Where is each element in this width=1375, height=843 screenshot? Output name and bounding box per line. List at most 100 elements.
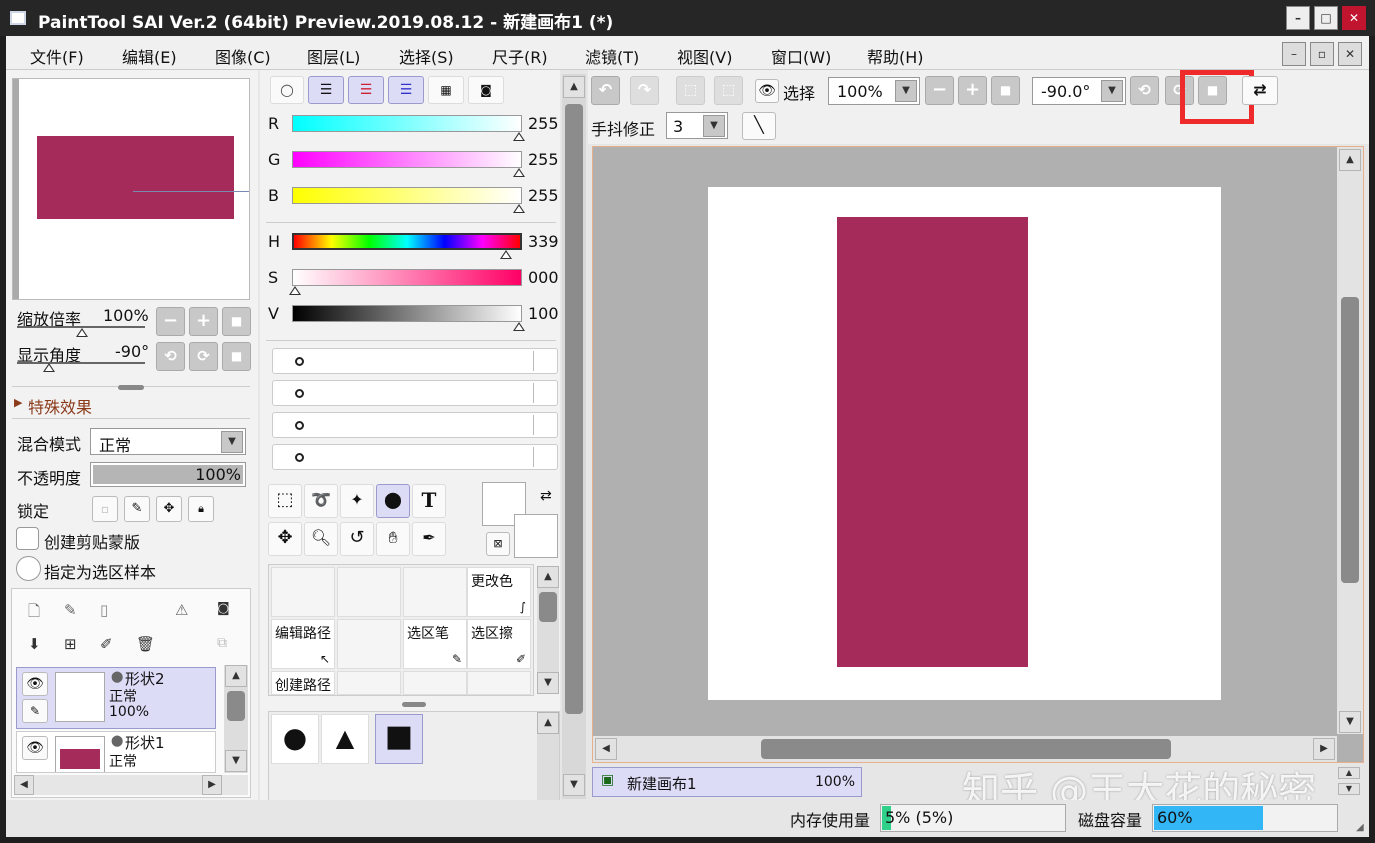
lock-all-icon[interactable]: 🔒︎ (188, 496, 214, 522)
menu-help[interactable]: 帮助(H) (867, 44, 924, 68)
tool-slot-empty[interactable] (467, 671, 531, 695)
stabilizer-select[interactable]: 3 ▼ (666, 112, 728, 139)
tab-scroll-down-icon[interactable]: ▼ (1338, 783, 1360, 795)
mixer-icon[interactable]: ☰ (388, 76, 424, 104)
tab-scroll-up-icon[interactable]: ▲ (1338, 767, 1360, 779)
zoom-tool-icon[interactable]: 🔍︎ (304, 522, 338, 556)
canvas-shape[interactable] (837, 217, 1028, 667)
scroll-up-icon[interactable]: ▲ (537, 712, 559, 734)
tool-slot-empty[interactable] (337, 671, 401, 695)
mdi-minimize-button[interactable]: – (1282, 42, 1306, 66)
s-slider[interactable] (292, 269, 522, 286)
tool-grid-scrollbar[interactable]: ▲ ▼ (537, 566, 559, 694)
scroll-thumb[interactable] (565, 104, 583, 714)
layer-hscrollbar[interactable]: ◀ ▶ (14, 775, 248, 795)
new-folder-icon[interactable]: ▯ (100, 601, 108, 619)
expand-arrow-icon[interactable]: ▶ (14, 396, 22, 409)
new-layer-icon[interactable]: 🗋︎ (28, 601, 40, 626)
new-linework-layer-icon[interactable]: ✎ (64, 601, 77, 619)
scroll-up-icon[interactable]: ▲ (1339, 149, 1361, 171)
menu-window[interactable]: 窗口(W) (771, 44, 831, 68)
effects-label[interactable]: 特殊效果 (28, 394, 92, 418)
zoom-select[interactable]: 100% ▼ (828, 77, 920, 105)
canvas-vscrollbar[interactable]: ▲ ▼ (1337, 147, 1363, 734)
scroll-left-icon[interactable]: ◀ (595, 738, 617, 760)
h-handle[interactable] (500, 250, 512, 259)
canvas-zoom-out-button[interactable]: − (925, 76, 954, 105)
transparent-color-icon[interactable]: ⊠ (486, 532, 510, 556)
scroll-down-icon[interactable]: ▼ (225, 750, 247, 772)
layer-row-shape1[interactable]: 👁︎ ⬤ 形状1 正常 (16, 731, 216, 773)
lasso-icon[interactable]: ➰ (304, 484, 338, 518)
shape-scrollbar[interactable]: ▲ (537, 712, 559, 800)
zoom-reset-button[interactable]: ■ (222, 307, 251, 336)
mdi-close-button[interactable]: ✕ (1338, 42, 1362, 66)
lock-paint-icon[interactable]: ✎ (124, 496, 150, 522)
rgb-slider-icon[interactable]: ☰ (308, 76, 344, 104)
brush-size-slider-1[interactable] (272, 348, 558, 374)
scroll-up-icon[interactable]: ▲ (563, 76, 585, 98)
square-shape-icon[interactable]: ■ (375, 714, 423, 764)
r-handle[interactable] (513, 132, 525, 141)
tool-selection-pen[interactable]: 选区笔 ✎ (403, 619, 467, 669)
canvas-view[interactable]: ▲ ▼ ◀ ▶ (592, 146, 1364, 763)
menu-file[interactable]: 文件(F) (30, 44, 84, 68)
maximize-button[interactable]: □ (1314, 6, 1338, 30)
edit-pencil-icon[interactable]: ✎ (22, 699, 48, 723)
splitter-handle[interactable] (402, 702, 426, 707)
rotate-right-button[interactable]: ⟳ (189, 342, 218, 371)
angle-select[interactable]: -90.0° ▼ (1032, 77, 1126, 105)
selection-visibility-eye-icon[interactable]: 👁︎ (755, 79, 779, 103)
tool-selection-eraser[interactable]: 选区擦 ✐ (467, 619, 531, 669)
g-slider[interactable] (292, 151, 522, 168)
canvas-zoom-reset-button[interactable]: ■ (991, 76, 1020, 105)
zoom-slider-handle[interactable] (76, 328, 88, 337)
blend-mode-select[interactable]: 正常 ▼ (90, 428, 246, 455)
scroll-right-icon[interactable]: ▶ (202, 775, 222, 795)
clip-checkbox[interactable] (16, 527, 39, 550)
canvas-hscrollbar[interactable]: ◀ ▶ (593, 736, 1337, 762)
menu-filter[interactable]: 滤镜(T) (585, 44, 639, 68)
mdi-restore-button[interactable]: ▫ (1310, 42, 1334, 66)
canvas-document[interactable] (708, 187, 1221, 700)
rotate-tool-icon[interactable]: ↺ (340, 522, 374, 556)
lock-move-icon[interactable]: ✥ (156, 496, 182, 522)
invert-selection-icon[interactable]: ⬚ (714, 76, 743, 105)
brush-size-slider-4[interactable] (272, 444, 558, 470)
scroll-up-icon[interactable]: ▲ (537, 566, 559, 588)
rotate-left-button[interactable]: ⟲ (156, 342, 185, 371)
menu-ruler[interactable]: 尺子(R) (492, 44, 548, 68)
tool-slot-empty[interactable] (337, 619, 401, 669)
scroll-left-icon[interactable]: ◀ (14, 775, 34, 795)
scroll-down-icon[interactable]: ▼ (1339, 711, 1361, 733)
undo-icon[interactable]: ↶ (591, 76, 620, 105)
canvas-rotate-left-button[interactable]: ⟲ (1130, 76, 1159, 105)
g-handle[interactable] (513, 168, 525, 177)
tool-create-path[interactable]: 创建路径 (271, 671, 335, 695)
scroll-up-icon[interactable]: ▲ (225, 665, 247, 687)
secondary-color-swatch[interactable] (514, 514, 558, 558)
tool-slot-empty[interactable] (403, 671, 467, 695)
redo-icon[interactable]: ↷ (630, 76, 659, 105)
tool-slot-empty[interactable] (403, 567, 467, 617)
hand-tool-icon[interactable]: ✋︎ (376, 522, 410, 556)
scroll-thumb[interactable] (227, 691, 245, 721)
deselect-icon[interactable]: ⬚ (676, 76, 705, 105)
move-tool-icon[interactable]: ✥ (268, 522, 302, 556)
visibility-eye-icon[interactable]: 👁︎ (22, 672, 48, 696)
color-wheel-icon[interactable]: ○ (270, 76, 304, 104)
scroll-thumb[interactable] (761, 739, 1171, 759)
menu-edit[interactable]: 编辑(E) (122, 44, 177, 68)
resize-grip-icon[interactable]: ◢ (1356, 822, 1364, 833)
scroll-right-icon[interactable]: ▶ (1313, 738, 1335, 760)
canvas-tab[interactable]: ▣ 新建画布1 100% (592, 767, 862, 797)
canvas-zoom-in-button[interactable]: + (958, 76, 987, 105)
layer-mask-icon[interactable]: ◙ (217, 601, 230, 616)
merge-add-icon[interactable]: ⊞ (64, 635, 77, 653)
rotate-reset-button[interactable]: ■ (222, 342, 251, 371)
flip-horizontal-icon[interactable]: ⇄ (1242, 76, 1278, 105)
close-button[interactable]: ✕ (1342, 6, 1366, 30)
tool-edit-path[interactable]: 编辑路径 ↖ (271, 619, 335, 669)
menu-image[interactable]: 图像(C) (215, 44, 271, 68)
scroll-thumb[interactable] (539, 592, 557, 622)
